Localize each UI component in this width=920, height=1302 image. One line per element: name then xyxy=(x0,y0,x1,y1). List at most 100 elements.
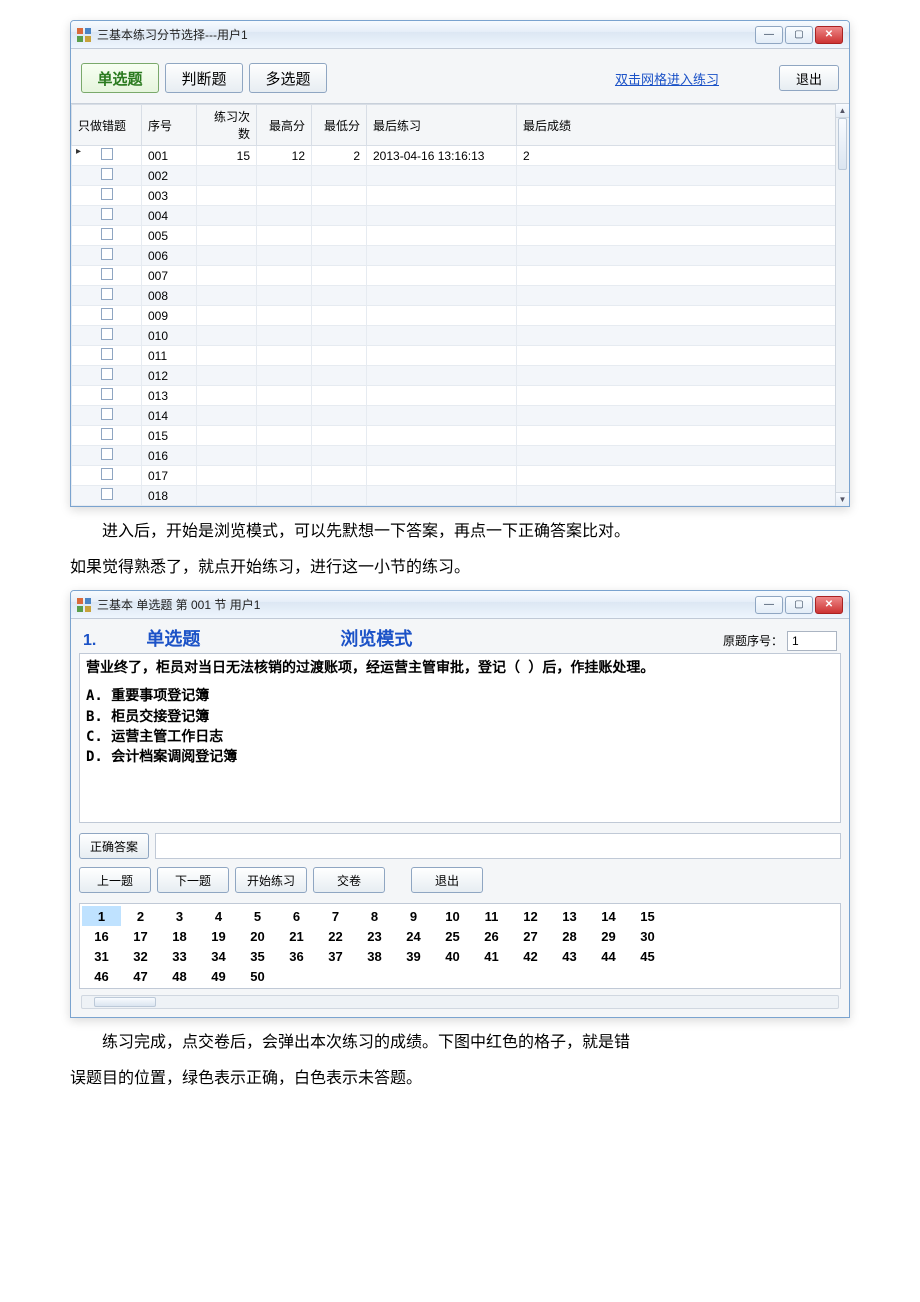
exit-practice-button[interactable]: 退出 xyxy=(411,867,483,893)
table-row[interactable]: 002 xyxy=(72,166,849,186)
only-wrong-checkbox[interactable] xyxy=(101,368,113,380)
question-nav-24[interactable]: 24 xyxy=(394,926,433,946)
question-nav-41[interactable]: 41 xyxy=(472,946,511,966)
tab-judge[interactable]: 判断题 xyxy=(165,63,243,93)
question-nav-16[interactable]: 16 xyxy=(82,926,121,946)
next-question-button[interactable]: 下一题 xyxy=(157,867,229,893)
table-row[interactable]: 017 xyxy=(72,466,849,486)
question-nav-13[interactable]: 13 xyxy=(550,906,589,926)
question-nav-29[interactable]: 29 xyxy=(589,926,628,946)
question-nav-40[interactable]: 40 xyxy=(433,946,472,966)
start-practice-button[interactable]: 开始练习 xyxy=(235,867,307,893)
question-nav-20[interactable]: 20 xyxy=(238,926,277,946)
original-seq-value[interactable]: 1 xyxy=(787,631,837,651)
question-nav-21[interactable]: 21 xyxy=(277,926,316,946)
table-row[interactable]: 008 xyxy=(72,286,849,306)
only-wrong-checkbox[interactable] xyxy=(101,268,113,280)
table-row[interactable]: 011 xyxy=(72,346,849,366)
only-wrong-checkbox[interactable] xyxy=(101,248,113,260)
question-nav-44[interactable]: 44 xyxy=(589,946,628,966)
only-wrong-checkbox[interactable] xyxy=(101,408,113,420)
maximize-button[interactable]: ▢ xyxy=(785,26,813,44)
question-nav-26[interactable]: 26 xyxy=(472,926,511,946)
question-nav-33[interactable]: 33 xyxy=(160,946,199,966)
minimize-button-2[interactable]: — xyxy=(755,596,783,614)
submit-button[interactable]: 交卷 xyxy=(313,867,385,893)
question-nav-46[interactable]: 46 xyxy=(82,966,121,986)
question-nav-37[interactable]: 37 xyxy=(316,946,355,966)
grid-hint-link[interactable]: 双击网格进入练习 xyxy=(615,69,719,88)
question-nav-19[interactable]: 19 xyxy=(199,926,238,946)
table-row[interactable]: 014 xyxy=(72,406,849,426)
question-nav-36[interactable]: 36 xyxy=(277,946,316,966)
question-nav-48[interactable]: 48 xyxy=(160,966,199,986)
table-row[interactable]: 009 xyxy=(72,306,849,326)
only-wrong-checkbox[interactable] xyxy=(101,188,113,200)
scroll-up-icon[interactable]: ▲ xyxy=(836,104,849,118)
vertical-scrollbar[interactable]: ▲ ▼ xyxy=(835,104,849,506)
tab-multi-choice[interactable]: 多选题 xyxy=(249,63,327,93)
question-nav-10[interactable]: 10 xyxy=(433,906,472,926)
only-wrong-checkbox[interactable] xyxy=(101,308,113,320)
prev-question-button[interactable]: 上一题 xyxy=(79,867,151,893)
exit-button[interactable]: 退出 xyxy=(779,65,839,91)
table-row[interactable]: 012 xyxy=(72,366,849,386)
question-nav-34[interactable]: 34 xyxy=(199,946,238,966)
question-nav-38[interactable]: 38 xyxy=(355,946,394,966)
only-wrong-checkbox[interactable] xyxy=(101,148,113,160)
only-wrong-checkbox[interactable] xyxy=(101,488,113,500)
question-number-grid[interactable]: 1234567891011121314151617181920212223242… xyxy=(79,903,841,989)
question-nav-12[interactable]: 12 xyxy=(511,906,550,926)
only-wrong-checkbox[interactable] xyxy=(101,288,113,300)
table-row[interactable]: 004 xyxy=(72,206,849,226)
question-nav-8[interactable]: 8 xyxy=(355,906,394,926)
question-nav-28[interactable]: 28 xyxy=(550,926,589,946)
question-nav-30[interactable]: 30 xyxy=(628,926,667,946)
only-wrong-checkbox[interactable] xyxy=(101,208,113,220)
question-nav-3[interactable]: 3 xyxy=(160,906,199,926)
only-wrong-checkbox[interactable] xyxy=(101,168,113,180)
only-wrong-checkbox[interactable] xyxy=(101,228,113,240)
only-wrong-checkbox[interactable] xyxy=(101,428,113,440)
close-button[interactable]: ✕ xyxy=(815,26,843,44)
question-nav-42[interactable]: 42 xyxy=(511,946,550,966)
question-nav-31[interactable]: 31 xyxy=(82,946,121,966)
section-grid[interactable]: 只做错题 序号 练习次数 最高分 最低分 最后练习 最后成绩 001151222… xyxy=(71,104,849,506)
tab-single-choice[interactable]: 单选题 xyxy=(81,63,159,93)
only-wrong-checkbox[interactable] xyxy=(101,448,113,460)
question-nav-22[interactable]: 22 xyxy=(316,926,355,946)
question-nav-23[interactable]: 23 xyxy=(355,926,394,946)
table-row[interactable]: 018 xyxy=(72,486,849,506)
table-row[interactable]: 010 xyxy=(72,326,849,346)
question-nav-6[interactable]: 6 xyxy=(277,906,316,926)
question-nav-45[interactable]: 45 xyxy=(628,946,667,966)
maximize-button-2[interactable]: ▢ xyxy=(785,596,813,614)
correct-answer-button[interactable]: 正确答案 xyxy=(79,833,149,859)
question-nav-5[interactable]: 5 xyxy=(238,906,277,926)
horizontal-scrollbar[interactable] xyxy=(81,995,839,1009)
table-row[interactable]: 006 xyxy=(72,246,849,266)
question-nav-39[interactable]: 39 xyxy=(394,946,433,966)
minimize-button[interactable]: — xyxy=(755,26,783,44)
question-nav-27[interactable]: 27 xyxy=(511,926,550,946)
question-nav-2[interactable]: 2 xyxy=(121,906,160,926)
question-nav-18[interactable]: 18 xyxy=(160,926,199,946)
only-wrong-checkbox[interactable] xyxy=(101,468,113,480)
table-row[interactable]: 016 xyxy=(72,446,849,466)
table-row[interactable]: 015 xyxy=(72,426,849,446)
question-nav-4[interactable]: 4 xyxy=(199,906,238,926)
question-nav-49[interactable]: 49 xyxy=(199,966,238,986)
question-nav-15[interactable]: 15 xyxy=(628,906,667,926)
question-nav-9[interactable]: 9 xyxy=(394,906,433,926)
table-row[interactable]: 001151222013-04-16 13:16:132 xyxy=(72,146,849,166)
table-row[interactable]: 003 xyxy=(72,186,849,206)
question-nav-17[interactable]: 17 xyxy=(121,926,160,946)
question-nav-25[interactable]: 25 xyxy=(433,926,472,946)
table-row[interactable]: 013 xyxy=(72,386,849,406)
question-nav-43[interactable]: 43 xyxy=(550,946,589,966)
question-nav-32[interactable]: 32 xyxy=(121,946,160,966)
close-button-2[interactable]: ✕ xyxy=(815,596,843,614)
only-wrong-checkbox[interactable] xyxy=(101,328,113,340)
table-row[interactable]: 005 xyxy=(72,226,849,246)
scroll-down-icon[interactable]: ▼ xyxy=(836,492,849,506)
